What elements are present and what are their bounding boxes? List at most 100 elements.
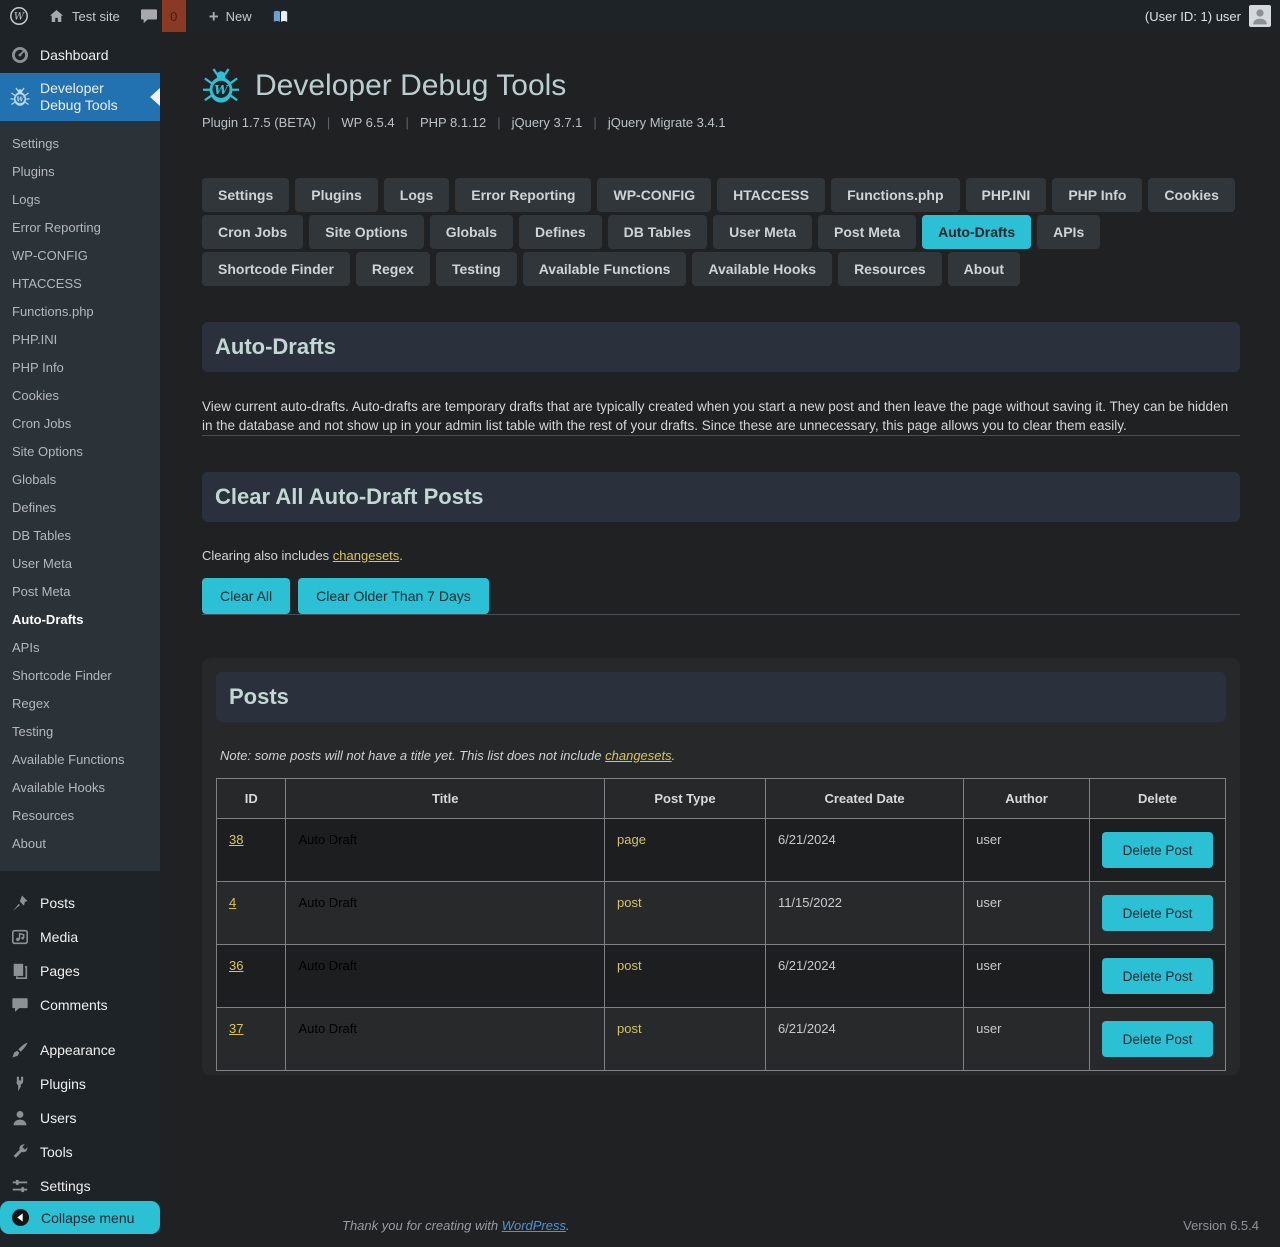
sidebar-item-user-meta[interactable]: User Meta [0,550,160,578]
sidebar-item-settings[interactable]: Settings [0,1169,160,1203]
sidebar-item-auto-drafts[interactable]: Auto-Drafts [0,606,160,634]
sidebar-item-defines[interactable]: Defines [0,494,160,522]
tab-available-hooks[interactable]: Available Hooks [692,252,832,286]
tab-htaccess[interactable]: HTACCESS [717,178,825,212]
pages-icon [10,962,30,980]
sidebar-item-shortcode-finder[interactable]: Shortcode Finder [0,662,160,690]
tab-globals[interactable]: Globals [430,215,513,249]
tab-shortcode-finder[interactable]: Shortcode Finder [202,252,350,286]
appearance-icon [10,1041,30,1059]
changesets-link[interactable]: changesets [333,548,400,563]
tab-logs[interactable]: Logs [384,178,449,212]
sidebar-item-developer-debug-tools[interactable]: W Developer Debug Tools [0,73,160,121]
clear-note: Clearing also includes changesets. [202,548,1240,563]
posts-note-text: Note: some posts will not have a title y… [220,748,605,763]
tab-about[interactable]: About [948,252,1020,286]
site-name-link[interactable]: Test site [38,0,130,32]
changesets-link[interactable]: changesets [605,748,672,763]
tab-settings[interactable]: Settings [202,178,289,212]
sidebar-item-globals[interactable]: Globals [0,466,160,494]
tab-defines[interactable]: Defines [519,215,602,249]
collapse-menu-button[interactable]: Collapse menu [0,1201,160,1234]
new-button[interactable]: + New [199,0,262,32]
tab-resources[interactable]: Resources [838,252,942,286]
sidebar-item-htaccess[interactable]: HTACCESS [0,270,160,298]
wordpress-link[interactable]: WordPress [502,1218,566,1233]
sidebar-item-cookies[interactable]: Cookies [0,382,160,410]
sidebar-item-php-ini[interactable]: PHP.INI [0,326,160,354]
sidebar-item-users[interactable]: Users [0,1101,160,1135]
post-id-link[interactable]: 37 [229,1021,243,1036]
page-title: Developer Debug Tools [255,69,566,103]
sidebar-item-dashboard[interactable]: Dashboard [0,32,160,73]
tab-wp-config[interactable]: WP-CONFIG [597,178,711,212]
sidebar-item-available-hooks[interactable]: Available Hooks [0,774,160,802]
sidebar-item-functions-php[interactable]: Functions.php [0,298,160,326]
post-id-link[interactable]: 38 [229,832,243,847]
sidebar-item-posts[interactable]: Posts [0,886,160,920]
sidebar-item-regex[interactable]: Regex [0,690,160,718]
sidebar-item-resources[interactable]: Resources [0,802,160,830]
sidebar-item-tools[interactable]: Tools [0,1135,160,1169]
delete-post-button[interactable]: Delete Post [1102,958,1213,994]
sidebar-item-post-meta[interactable]: Post Meta [0,578,160,606]
delete-post-button[interactable]: Delete Post [1102,1021,1213,1057]
tab-db-tables[interactable]: DB Tables [608,215,707,249]
tools-icon [10,1143,30,1161]
wordpress-logo-icon[interactable]: W [0,0,38,32]
user-info[interactable]: (User ID: 1) user [1145,9,1241,24]
tab-php-ini[interactable]: PHP.INI [966,178,1047,212]
sidebar-item-db-tables[interactable]: DB Tables [0,522,160,550]
comments-icon[interactable] [130,0,162,32]
sidebar-item-site-options[interactable]: Site Options [0,438,160,466]
post-created-date: 6/21/2024 [765,819,963,882]
tab-available-functions[interactable]: Available Functions [523,252,687,286]
tab-bar: SettingsPluginsLogsError ReportingWP-CON… [202,178,1240,286]
tab-testing[interactable]: Testing [436,252,517,286]
sidebar-item-available-functions[interactable]: Available Functions [0,746,160,774]
clear-older-button[interactable]: Clear Older Than 7 Days [298,578,489,614]
tab-functions-php[interactable]: Functions.php [831,178,959,212]
sidebar-item-about[interactable]: About [0,830,160,858]
book-icon[interactable] [262,0,299,32]
delete-post-button[interactable]: Delete Post [1102,832,1213,868]
settings-icon [10,1177,30,1195]
tab-cookies[interactable]: Cookies [1148,178,1234,212]
post-author: user [964,882,1090,945]
delete-post-button[interactable]: Delete Post [1102,895,1213,931]
sidebar-item-apis[interactable]: APIs [0,634,160,662]
tab-auto-drafts[interactable]: Auto-Drafts [922,215,1031,249]
sidebar-item-cron-jobs[interactable]: Cron Jobs [0,410,160,438]
posts-table: IDTitlePost TypeCreated DateAuthorDelete… [216,778,1226,1071]
sidebar-item-appearance[interactable]: Appearance [0,1033,160,1067]
sidebar-item-media[interactable]: Media [0,920,160,954]
new-label: New [226,9,252,24]
sidebar-bottom-menu: PostsMediaPagesComments AppearancePlugins… [0,871,160,1203]
avatar[interactable] [1249,5,1271,27]
sidebar-item-php-info[interactable]: PHP Info [0,354,160,382]
sidebar-item-logs[interactable]: Logs [0,186,160,214]
table-row: 36Auto Draftpost6/21/2024userDelete Post [217,945,1226,1008]
sidebar-item-wp-config[interactable]: WP-CONFIG [0,242,160,270]
sidebar-item-plugins[interactable]: Plugins [0,158,160,186]
tab-plugins[interactable]: Plugins [295,178,378,212]
sidebar-item-settings[interactable]: Settings [0,130,160,158]
sidebar-item-pages[interactable]: Pages [0,954,160,988]
clear-note-text: Clearing also includes [202,548,333,563]
post-id-link[interactable]: 4 [229,895,236,910]
tab-site-options[interactable]: Site Options [309,215,423,249]
tab-regex[interactable]: Regex [356,252,430,286]
tab-cron-jobs[interactable]: Cron Jobs [202,215,303,249]
sidebar-item-testing[interactable]: Testing [0,718,160,746]
tab-php-info[interactable]: PHP Info [1052,178,1142,212]
tab-error-reporting[interactable]: Error Reporting [455,178,591,212]
tab-apis[interactable]: APIs [1037,215,1100,249]
tab-post-meta[interactable]: Post Meta [818,215,916,249]
sidebar-item-comments[interactable]: Comments [0,988,160,1022]
comment-count-badge[interactable]: 0 [162,0,186,32]
sidebar-item-error-reporting[interactable]: Error Reporting [0,214,160,242]
sidebar-item-plugins[interactable]: Plugins [0,1067,160,1101]
tab-user-meta[interactable]: User Meta [713,215,812,249]
clear-all-button[interactable]: Clear All [202,578,290,614]
post-id-link[interactable]: 36 [229,958,243,973]
